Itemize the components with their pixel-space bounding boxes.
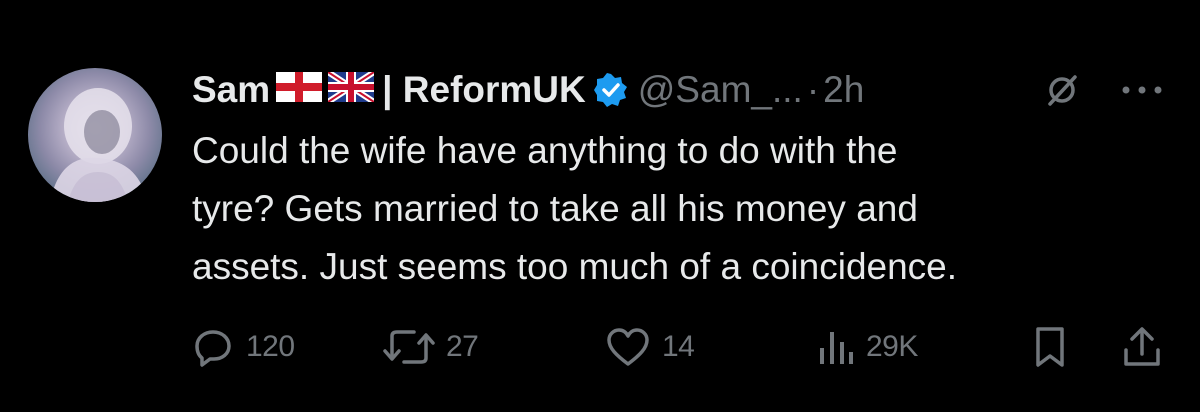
reply-count: 120 [246, 330, 295, 363]
verified-badge-icon[interactable] [593, 73, 628, 107]
retweet-icon [383, 330, 435, 364]
share-button[interactable] [1120, 322, 1174, 372]
tweet[interactable]: Sam | ReformUK @Sam_... · 2h Could the w… [0, 0, 1200, 412]
retweet-button[interactable]: 27 [382, 322, 479, 372]
timestamp[interactable]: 2h [823, 69, 864, 111]
display-name[interactable]: Sam [192, 69, 270, 111]
tweet-text: Could the wife have anything to do with … [192, 130, 958, 287]
grok-icon[interactable] [1044, 72, 1080, 108]
more-icon[interactable] [1118, 82, 1166, 98]
like-button[interactable]: 14 [604, 322, 695, 372]
england-flag-icon [276, 69, 323, 111]
avatar-image [50, 88, 148, 202]
separator-dot: · [806, 69, 820, 110]
handle[interactable]: @Sam_... [638, 69, 803, 111]
views-icon [820, 332, 853, 364]
reply-button[interactable]: 120 [190, 322, 295, 372]
bookmark-icon [1036, 327, 1064, 367]
share-icon [1124, 327, 1160, 366]
tweet-actions: 120 27 14 29K [190, 322, 1170, 372]
reply-icon [195, 330, 231, 367]
bookmark-button[interactable] [1030, 322, 1080, 372]
views-button[interactable]: 29K [816, 322, 918, 372]
heart-icon [607, 328, 649, 366]
avatar[interactable] [28, 68, 162, 202]
views-count: 29K [866, 330, 918, 363]
union-jack-flag-icon [326, 69, 376, 111]
like-count: 14 [662, 330, 695, 363]
display-name-affiliation[interactable]: | ReformUK [382, 69, 586, 111]
tweet-header: Sam | ReformUK @Sam_... · 2h [192, 64, 864, 116]
retweet-count: 27 [446, 330, 479, 363]
